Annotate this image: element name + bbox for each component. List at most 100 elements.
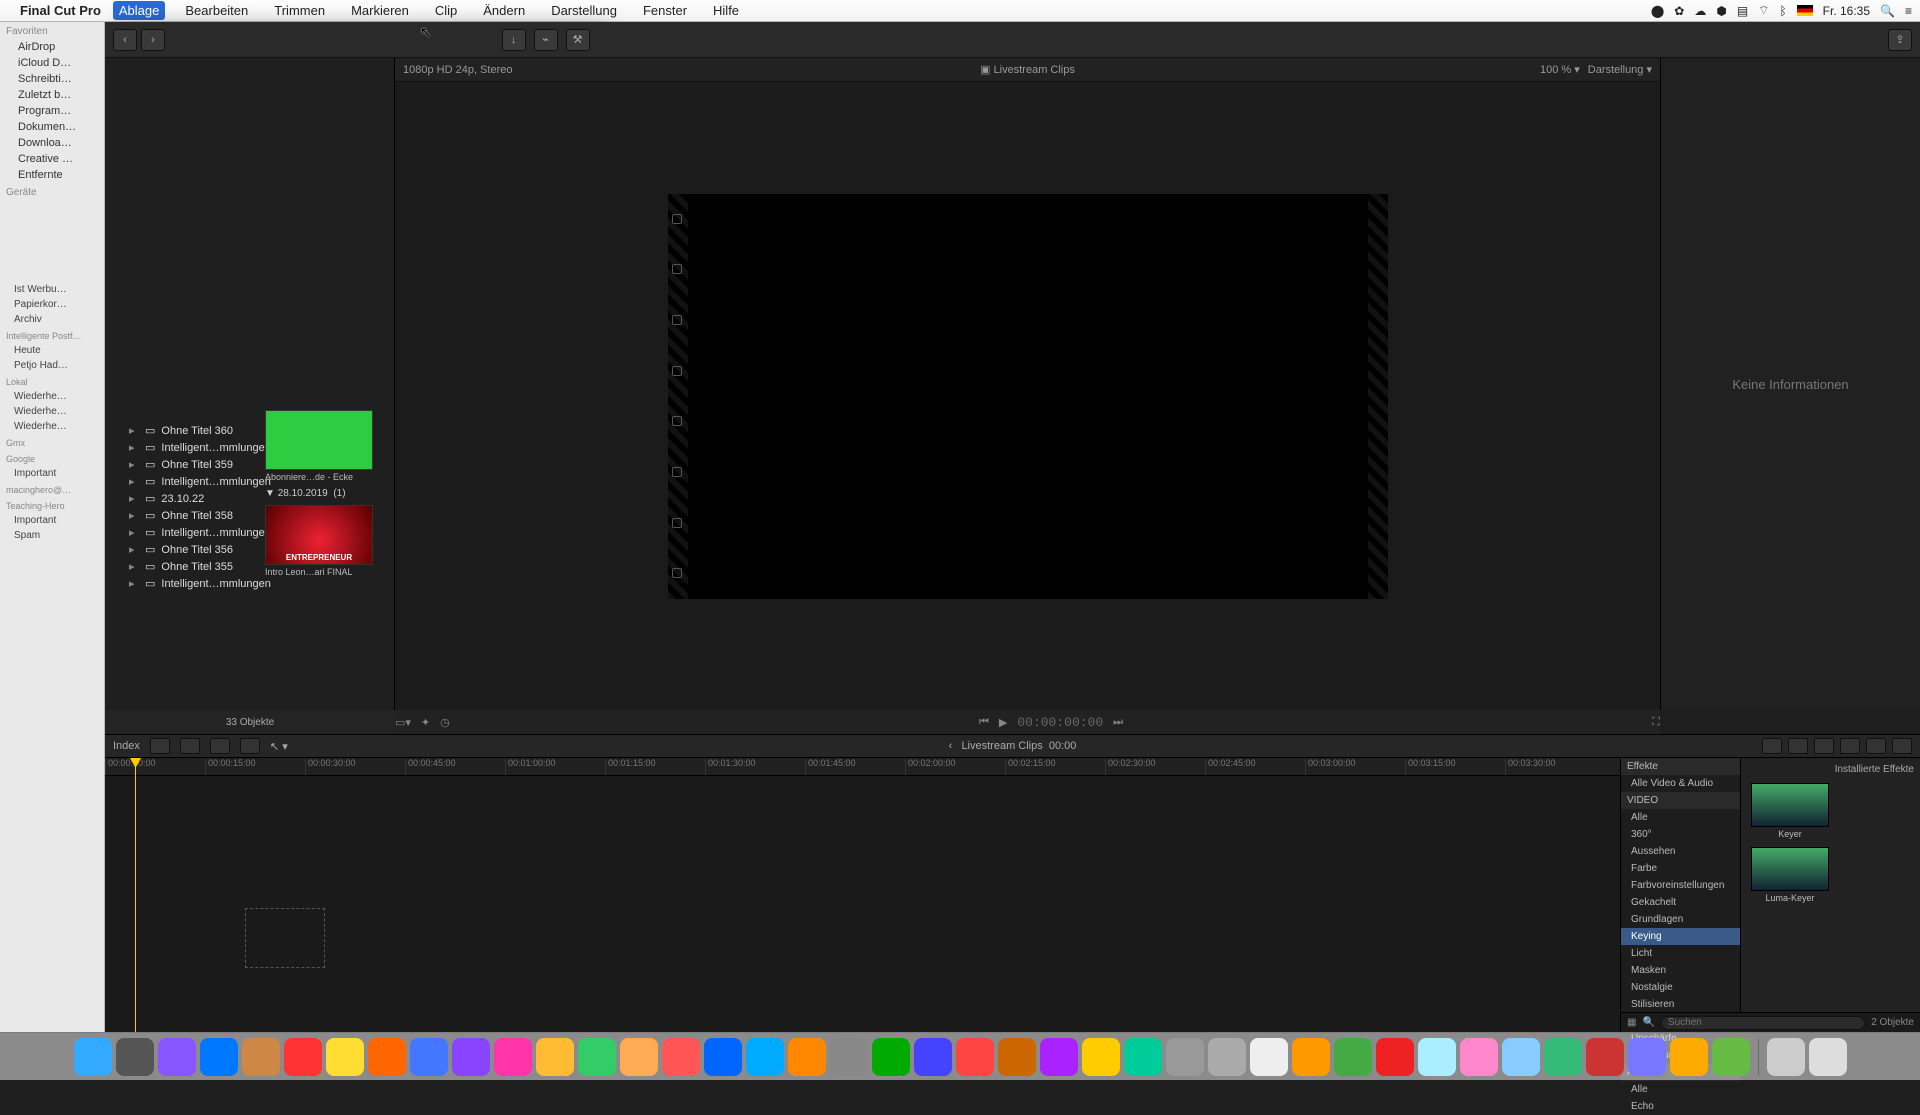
effects-search-input[interactable] <box>1661 1016 1865 1030</box>
menu-ändern[interactable]: Ändern <box>477 1 531 20</box>
mail-item[interactable]: Wiederhe… <box>0 404 104 419</box>
solo-button[interactable] <box>1814 738 1834 754</box>
play-button[interactable]: ▶ <box>999 716 1007 729</box>
dock-app[interactable] <box>1082 1038 1120 1076</box>
dock-app[interactable] <box>1670 1038 1708 1076</box>
fullscreen-icon[interactable]: ⛶ <box>1652 716 1660 729</box>
connect-clip-button[interactable] <box>150 738 170 754</box>
effects-category[interactable]: Alle <box>1621 809 1740 826</box>
view-menu[interactable]: Darstellung ▾ <box>1588 63 1652 76</box>
dock-app[interactable] <box>1586 1038 1624 1076</box>
share-button[interactable]: ⇪ <box>1888 29 1912 51</box>
mail-item[interactable]: Wiederhe… <box>0 419 104 434</box>
mail-item[interactable]: Petjo Had… <box>0 358 104 373</box>
dock-app[interactable] <box>914 1038 952 1076</box>
input-source-flag-icon[interactable] <box>1797 5 1813 16</box>
effects-category[interactable]: Nostalgie <box>1621 979 1740 996</box>
enhance-icon[interactable]: ✦ <box>421 716 430 729</box>
dock-app[interactable] <box>788 1038 826 1076</box>
dock-app[interactable] <box>452 1038 490 1076</box>
menubar-extra-icon[interactable]: ☁ <box>1694 4 1706 18</box>
menu-ablage[interactable]: Ablage <box>113 1 165 20</box>
finder-item[interactable]: Zuletzt b… <box>0 87 104 103</box>
menu-trimmen[interactable]: Trimmen <box>268 1 331 20</box>
menu-darstellung[interactable]: Darstellung <box>545 1 623 20</box>
finder-item[interactable]: Downloa… <box>0 135 104 151</box>
zoom-level[interactable]: 100 % ▾ <box>1540 63 1580 76</box>
keyword-button[interactable]: ⌁ <box>534 29 558 51</box>
menu-markieren[interactable]: Markieren <box>345 1 415 20</box>
import-button[interactable]: ↓ <box>502 29 526 51</box>
effects-category[interactable]: Echo <box>1621 1098 1740 1115</box>
transitions-browser-button[interactable] <box>1892 738 1912 754</box>
dock-app[interactable] <box>1040 1038 1078 1076</box>
clock[interactable]: Fr. 16:35 <box>1823 4 1870 18</box>
notification-center-icon[interactable]: ≡ <box>1905 4 1912 18</box>
clip-thumb[interactable] <box>265 410 373 470</box>
dock-app[interactable] <box>830 1038 868 1076</box>
bluetooth-icon[interactable]: ᛒ <box>1779 4 1786 18</box>
mail-item[interactable]: Ist Werbu… <box>0 282 104 297</box>
effects-layout-icon[interactable]: ▦ <box>1627 1017 1636 1028</box>
back-button[interactable]: ‹ <box>113 29 137 51</box>
mail-item[interactable]: Important <box>0 513 104 528</box>
index-button[interactable]: Index <box>113 740 140 752</box>
effects-category[interactable]: Grundlagen <box>1621 911 1740 928</box>
finder-item[interactable]: iCloud D… <box>0 55 104 71</box>
dock-app[interactable] <box>578 1038 616 1076</box>
retime-icon[interactable]: ◷ <box>440 716 450 729</box>
finder-item[interactable]: Dokumen… <box>0 119 104 135</box>
effects-category[interactable]: Gekachelt <box>1621 894 1740 911</box>
dock-app[interactable] <box>956 1038 994 1076</box>
tools-button[interactable]: ⚒ <box>566 29 590 51</box>
menubar-extra-icon[interactable]: ✿ <box>1674 4 1684 18</box>
effects-category[interactable]: Aussehen <box>1621 843 1740 860</box>
dock-app[interactable] <box>620 1038 658 1076</box>
wifi-icon[interactable]: ⌔ <box>1758 3 1769 18</box>
mail-item[interactable]: Important <box>0 466 104 481</box>
menu-fenster[interactable]: Fenster <box>637 1 693 20</box>
mail-item[interactable]: Archiv <box>0 312 104 327</box>
snap-button[interactable] <box>1840 738 1860 754</box>
effects-browser-button[interactable] <box>1866 738 1886 754</box>
effect-thumb[interactable]: Keyer <box>1751 783 1829 839</box>
finder-item[interactable]: AirDrop <box>0 39 104 55</box>
dock-app[interactable] <box>494 1038 532 1076</box>
timeline[interactable]: 00:00:00:0000:00:15:0000:00:30:0000:00:4… <box>105 758 1620 1032</box>
insert-clip-button[interactable] <box>180 738 200 754</box>
dock-app[interactable] <box>410 1038 448 1076</box>
dock-app[interactable] <box>872 1038 910 1076</box>
overwrite-clip-button[interactable] <box>240 738 260 754</box>
event-item[interactable]: ▸▭Intelligent…mmlungen <box>105 575 394 592</box>
forward-button[interactable]: › <box>141 29 165 51</box>
effects-category[interactable]: Farbe <box>1621 860 1740 877</box>
viewer[interactable] <box>395 82 1660 710</box>
effects-filter[interactable]: Installierte Effekte <box>1835 764 1914 775</box>
effects-category[interactable]: Stilisieren <box>1621 996 1740 1013</box>
effects-category[interactable]: Alle Video & Audio <box>1621 775 1740 792</box>
dock-app[interactable] <box>242 1038 280 1076</box>
skimming-button[interactable] <box>1762 738 1782 754</box>
mail-item[interactable]: Spam <box>0 528 104 543</box>
effects-category[interactable]: Alle <box>1621 1081 1740 1098</box>
dock-app[interactable] <box>1250 1038 1288 1076</box>
menubar-extra-icon[interactable]: ⬤ <box>1651 4 1664 18</box>
dock-app[interactable] <box>1460 1038 1498 1076</box>
effects-category[interactable]: 360° <box>1621 826 1740 843</box>
dock-app[interactable] <box>200 1038 238 1076</box>
dock-app[interactable] <box>1292 1038 1330 1076</box>
spotlight-icon[interactable]: 🔍 <box>1880 4 1895 18</box>
dock-app[interactable] <box>1544 1038 1582 1076</box>
audio-skim-button[interactable] <box>1788 738 1808 754</box>
dock-app[interactable] <box>536 1038 574 1076</box>
dock-app[interactable] <box>746 1038 784 1076</box>
finder-item[interactable]: Schreibti… <box>0 71 104 87</box>
dock-app[interactable] <box>1208 1038 1246 1076</box>
dock-app[interactable] <box>1376 1038 1414 1076</box>
dock-app[interactable] <box>1334 1038 1372 1076</box>
dock-app[interactable] <box>662 1038 700 1076</box>
playhead[interactable] <box>135 758 136 1032</box>
dock-app[interactable] <box>1418 1038 1456 1076</box>
timecode[interactable]: 00:00:00:00 <box>1017 715 1103 730</box>
menu-bearbeiten[interactable]: Bearbeiten <box>179 1 254 20</box>
